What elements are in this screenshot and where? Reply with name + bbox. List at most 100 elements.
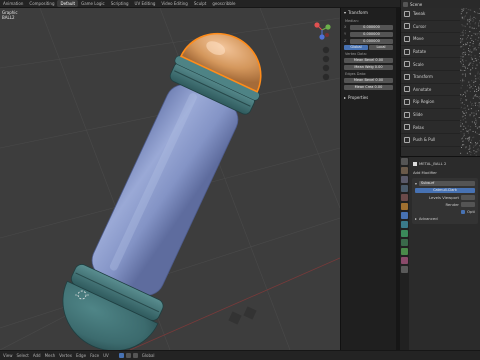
tool-tab-icon[interactable] — [401, 158, 408, 165]
tab-game-logic[interactable]: Game Logic — [78, 0, 108, 7]
noise-texture-image — [460, 8, 480, 156]
data-tab-icon[interactable] — [401, 248, 408, 255]
scale-icon — [404, 61, 410, 68]
tool-transform[interactable]: Transform — [401, 71, 460, 84]
menu-view[interactable]: View — [3, 353, 13, 358]
viewport-info: Graphic BALL2 — [2, 10, 18, 20]
modifier-name-field[interactable]: Subsurf — [418, 181, 475, 186]
menu-face[interactable]: Face — [90, 353, 99, 358]
properties-title: Properties — [348, 95, 369, 100]
menu-vertex[interactable]: Vertex — [59, 353, 72, 358]
tab-animation[interactable]: Animation — [0, 0, 26, 7]
chevron-right-icon: ▸ — [344, 95, 347, 100]
tool-move[interactable]: Move — [401, 33, 460, 46]
menu-uv[interactable]: UV — [103, 353, 109, 358]
tool-rip-region[interactable]: Rip Region — [401, 96, 460, 109]
scene-tab-icon[interactable] — [401, 194, 408, 201]
tab-uv-editing[interactable]: UV Editing — [132, 0, 159, 7]
render-label: Render — [445, 202, 459, 207]
object-tab-icon[interactable] — [401, 203, 408, 210]
menu-select[interactable]: Select — [17, 353, 29, 358]
scene-name: Scene — [410, 1, 423, 7]
add-modifier-row[interactable]: Add Modifier — [410, 169, 480, 176]
tool-tweak[interactable]: Tweak — [401, 8, 460, 21]
median-y-field[interactable]: 0.000000 — [350, 31, 393, 37]
vertex-select-icon[interactable] — [118, 353, 124, 358]
subsurf-modifier-panel: ▾ Subsurf Catmull-Clark Levels Viewport … — [412, 178, 478, 224]
tab-default[interactable]: Default — [57, 0, 79, 7]
chevron-down-icon: ▾ — [344, 10, 347, 15]
tweak-icon — [404, 10, 410, 17]
push-pull-icon — [404, 136, 410, 143]
tool-push-pull[interactable]: Push & Pull — [401, 134, 460, 147]
mean-bevel-vertex-field[interactable]: Mean Bevel 0.00 — [344, 57, 393, 63]
optimal-display-label: Opti — [467, 209, 475, 214]
face-select-icon[interactable] — [132, 353, 138, 358]
levels-viewport-field[interactable] — [461, 195, 475, 200]
output-tab-icon[interactable] — [401, 176, 408, 183]
global-toggle[interactable]: Global — [344, 45, 368, 50]
transform-orientation-dropdown[interactable]: Global — [142, 353, 155, 358]
floor-checker — [228, 306, 257, 325]
catmull-clark-button[interactable]: Catmull-Clark — [415, 188, 475, 193]
tool-list: Tweak Cursor Move Rotate Scale Transform… — [400, 8, 460, 156]
tool-cursor[interactable]: Cursor — [401, 21, 460, 34]
tool-scale[interactable]: Scale — [401, 58, 460, 71]
viewport-scene — [0, 8, 340, 350]
tab-sculpt[interactable]: Sculpt — [191, 0, 210, 7]
modifier-header[interactable]: ▾ Subsurf — [412, 180, 478, 187]
scene-selector[interactable]: Scene — [400, 0, 480, 8]
tab-geoscribble[interactable]: geoscribble — [209, 0, 238, 7]
median-x-field[interactable]: 0.000000 — [350, 24, 393, 30]
properties-content: METAL_BALL 2 Add Modifier ▾ Subsurf Catm… — [410, 157, 480, 351]
constraints-tab-icon[interactable] — [401, 239, 408, 246]
texture-tab-icon[interactable] — [401, 266, 408, 273]
advanced-row[interactable]: ▸ Advanced — [412, 215, 478, 222]
move-icon — [404, 35, 410, 42]
local-toggle[interactable]: Local — [369, 45, 393, 50]
sidebar-n-panel: ▾ Transform Median: X 0.000000 Y 0.000000 … — [340, 8, 396, 350]
select-mode-buttons[interactable] — [118, 353, 138, 358]
subdivision-type-row: Catmull-Clark — [412, 187, 478, 194]
mean-weight-field[interactable]: Mean Weig 0.00 — [344, 64, 393, 70]
mean-bevel-edge-field[interactable]: Mean Bevel 0.00 — [344, 77, 393, 83]
texture-preview — [460, 8, 480, 156]
render-tab-icon[interactable] — [401, 167, 408, 174]
levels-viewport-label: Levels Viewport — [428, 195, 459, 200]
tool-relax[interactable]: Relax — [401, 121, 460, 134]
menu-add[interactable]: Add — [33, 353, 41, 358]
tool-rotate[interactable]: Rotate — [401, 46, 460, 59]
properties-panel-header[interactable]: ▸ Properties — [341, 93, 396, 102]
mean-crease-field[interactable]: Mean Crea 0.00 — [344, 84, 393, 90]
tab-scripting[interactable]: Scripting — [108, 0, 132, 7]
tab-compositing[interactable]: Compositing — [26, 0, 57, 7]
viewport-header-bar: View Select Add Mesh Vertex Edge Face UV… — [0, 350, 480, 360]
physics-tab-icon[interactable] — [401, 230, 408, 237]
slide-icon — [404, 111, 410, 118]
3d-viewport[interactable]: Graphic BALL2 — [0, 8, 340, 350]
particles-tab-icon[interactable] — [401, 221, 408, 228]
rotate-icon — [404, 48, 410, 55]
edge-select-icon[interactable] — [125, 353, 131, 358]
mesh-icon — [413, 161, 417, 166]
menu-edge[interactable]: Edge — [76, 353, 86, 358]
add-modifier-button[interactable]: Add Modifier — [413, 170, 437, 175]
edges-data-label: Edges Data: — [345, 72, 367, 76]
tool-slide[interactable]: Slide — [401, 109, 460, 122]
tab-video-editing[interactable]: Video Editing — [158, 0, 190, 7]
median-z-field[interactable]: 0.000000 — [350, 38, 393, 44]
modifier-tab-icon[interactable] — [401, 212, 408, 219]
transform-panel-header[interactable]: ▾ Transform — [341, 8, 396, 17]
material-tab-icon[interactable] — [401, 257, 408, 264]
view-layer-tab-icon[interactable] — [401, 185, 408, 192]
optimal-display-checkbox[interactable] — [461, 209, 466, 214]
scene-icon — [403, 1, 408, 7]
capsule-object — [62, 32, 262, 350]
chevron-down-icon: ▾ — [415, 181, 417, 186]
optimal-display-row[interactable]: Opti — [412, 208, 478, 215]
render-levels-field[interactable] — [461, 202, 475, 207]
tool-annotate[interactable]: Annotate — [401, 84, 460, 97]
advanced-label: Advanced — [418, 216, 438, 221]
rip-region-icon — [404, 98, 410, 105]
menu-mesh[interactable]: Mesh — [45, 353, 56, 358]
